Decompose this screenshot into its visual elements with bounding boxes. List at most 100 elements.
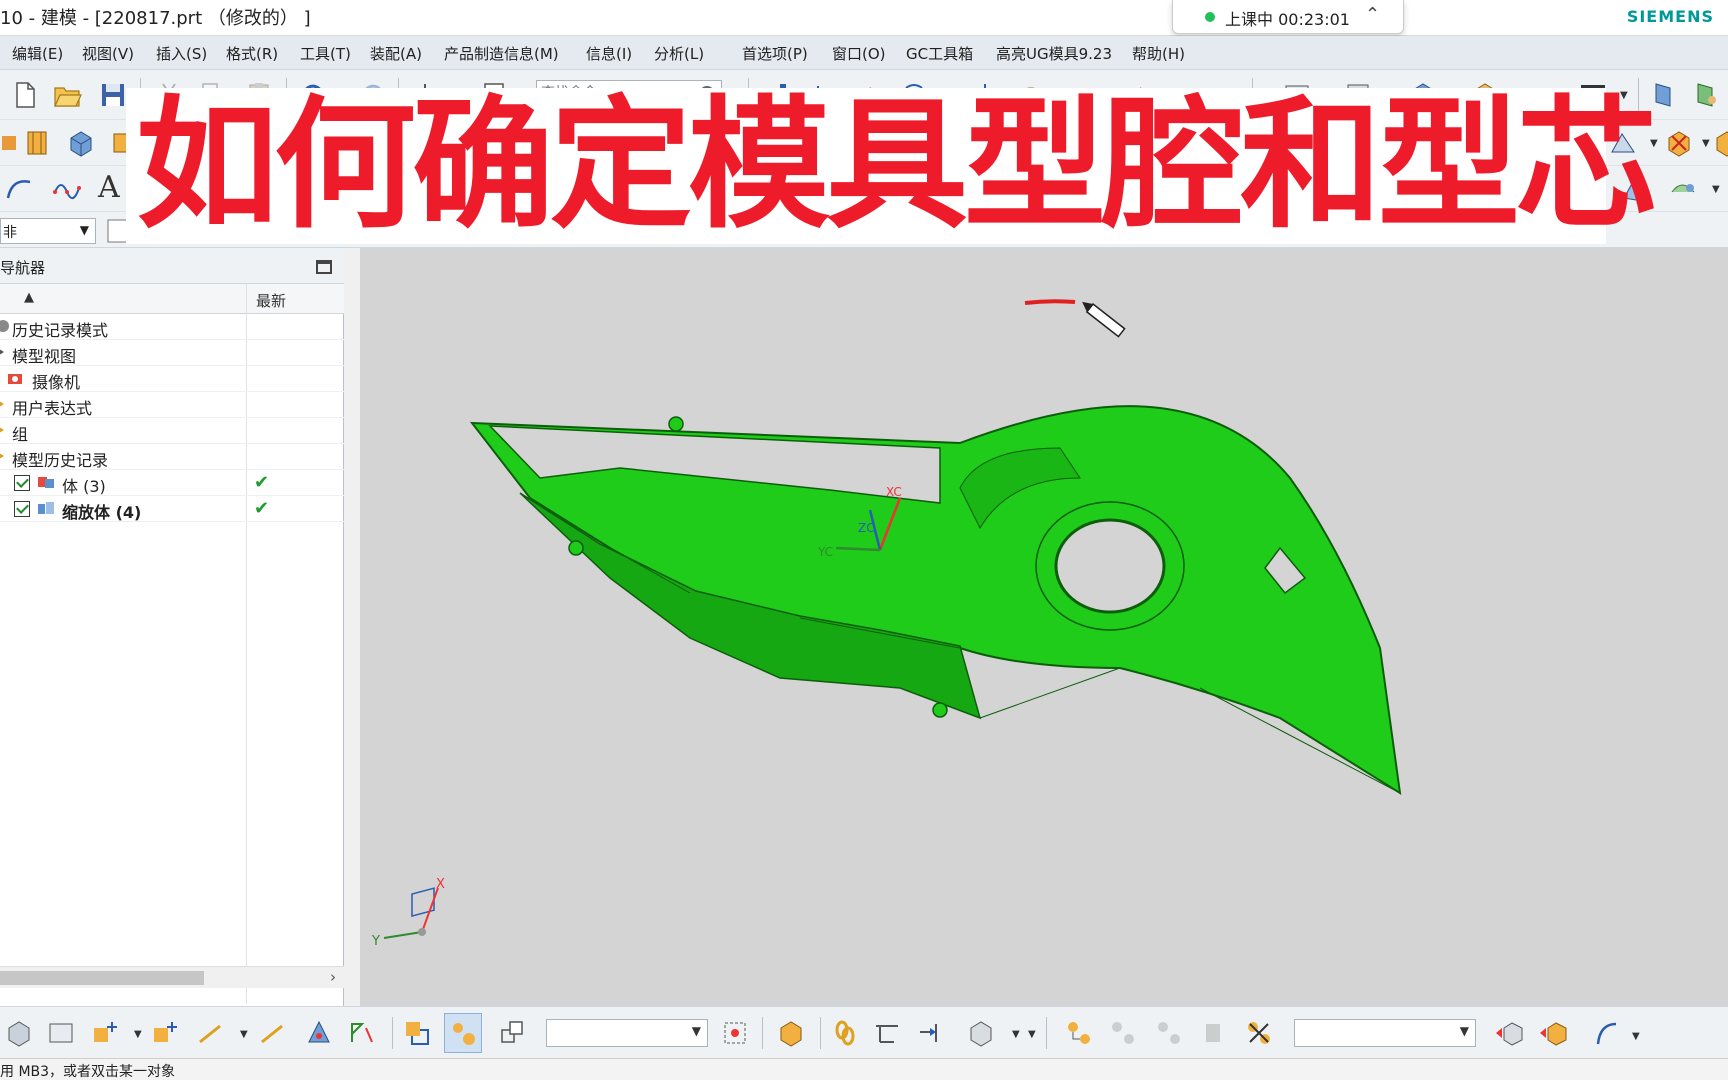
- sort-ascending-icon[interactable]: ▲: [24, 290, 34, 305]
- nav-row-groups[interactable]: 组: [0, 418, 344, 444]
- select-component-icon[interactable]: [402, 1018, 432, 1048]
- select-body-icon[interactable]: [4, 1018, 34, 1048]
- part-within-icon[interactable]: [498, 1018, 528, 1048]
- mold-part-model[interactable]: [469, 405, 1402, 795]
- nav-row-history-mode[interactable]: 历史记录模式: [0, 314, 344, 340]
- expand-arrow-icon[interactable]: [0, 345, 8, 359]
- mold-wizard-icon[interactable]: [22, 128, 52, 158]
- nav-row-model-views[interactable]: 模型视图: [0, 340, 344, 366]
- menu-info[interactable]: 信息(I): [586, 43, 632, 64]
- select-edge-icon[interactable]: [196, 1018, 226, 1048]
- chevron-up-icon[interactable]: ⌃: [1365, 4, 1380, 25]
- through-curves-icon[interactable]: [1668, 174, 1698, 204]
- wave-link-icon[interactable]: [872, 1018, 902, 1048]
- surface-dropdown-icon[interactable]: ▼: [1712, 184, 1720, 195]
- chevron-down-icon[interactable]: ▼: [1460, 1024, 1469, 1038]
- menu-assembly[interactable]: 装配(A): [370, 43, 422, 64]
- xc-label: XC: [886, 485, 902, 499]
- assembly-constraints-icon[interactable]: [1064, 1018, 1094, 1048]
- snap-icon[interactable]: [304, 1018, 334, 1048]
- maximize-icon[interactable]: [316, 260, 332, 274]
- type-filter-select[interactable]: 非 ▼: [0, 218, 96, 244]
- camera-icon: [8, 374, 22, 384]
- viewport-canvas[interactable]: XC ZC YC X Y: [360, 248, 1728, 1006]
- pattern-dropdown-icon[interactable]: ▼: [1012, 1029, 1020, 1040]
- visibility-checkbox[interactable]: [14, 501, 30, 517]
- open-folder-icon[interactable]: [52, 80, 82, 110]
- arc-curve-icon[interactable]: [4, 174, 34, 204]
- nav-row-label: 体 (3): [62, 477, 106, 496]
- history-folder-icon: [0, 453, 4, 459]
- menu-tools[interactable]: 工具(T): [300, 43, 351, 64]
- chevron-down-icon[interactable]: ▼: [80, 223, 89, 237]
- menu-gc-toolkit[interactable]: GC工具箱: [906, 43, 973, 64]
- add-body-icon[interactable]: [90, 1018, 120, 1048]
- nav-row-label: 模型历史记录: [12, 451, 109, 470]
- chevron-down-icon[interactable]: ▼: [692, 1024, 701, 1038]
- title-bar: 10 - 建模 - [220817.prt （修改的） ] 上课中 00:23:…: [0, 0, 1728, 36]
- history-mode-icon: [0, 320, 9, 332]
- save-icon[interactable]: [98, 80, 128, 110]
- active-toggle-highlight[interactable]: [444, 1013, 482, 1053]
- spline-icon[interactable]: [52, 174, 82, 204]
- curve-rule-icon[interactable]: [1592, 1018, 1622, 1048]
- navigator-horizontal-scrollbar[interactable]: ›: [0, 966, 344, 988]
- menu-view[interactable]: 视图(V): [82, 43, 134, 64]
- select-region-icon[interactable]: [720, 1018, 750, 1048]
- mirror-assembly-icon[interactable]: [1198, 1018, 1228, 1048]
- patch-body-icon[interactable]: [1664, 128, 1694, 158]
- pen-cursor-icon: [1082, 301, 1126, 338]
- select-sheet-icon[interactable]: [46, 1018, 76, 1048]
- text-icon[interactable]: A: [98, 170, 120, 205]
- siemens-logo: SIEMENS: [1626, 7, 1714, 26]
- menu-mold-plugin[interactable]: 高亮UG模具9.23: [996, 43, 1112, 64]
- new-file-icon[interactable]: [10, 80, 40, 110]
- nav-row-cameras[interactable]: 摄像机: [0, 366, 344, 392]
- menu-format[interactable]: 格式(R): [226, 43, 278, 64]
- infer-icon[interactable]: [346, 1018, 376, 1048]
- column-latest-header[interactable]: 最新: [256, 290, 286, 311]
- patch-body-dropdown-icon[interactable]: ▼: [1702, 138, 1710, 149]
- link-icon[interactable]: [830, 1018, 860, 1048]
- menu-edit[interactable]: 编辑(E): [12, 43, 63, 64]
- menu-insert[interactable]: 插入(S): [156, 43, 207, 64]
- assembly-part-icon[interactable]: [1690, 80, 1720, 110]
- yc-label: YC: [817, 545, 833, 559]
- component-pattern-icon[interactable]: [966, 1018, 996, 1048]
- pattern-more-dropdown-icon[interactable]: ▼: [1028, 1029, 1036, 1040]
- interpart-icon[interactable]: [916, 1018, 946, 1048]
- menu-window[interactable]: 窗口(O): [832, 43, 886, 64]
- show-hide-icon[interactable]: [776, 1018, 806, 1048]
- menu-preferences[interactable]: 首选项(P): [742, 43, 808, 64]
- nav-row-label: 历史记录模式: [12, 321, 109, 340]
- work-part-icon[interactable]: [1494, 1018, 1524, 1048]
- navigator-title: 导航器: [0, 259, 46, 277]
- curve-rule-dropdown-icon[interactable]: ▼: [1632, 1031, 1640, 1042]
- snap-point-select[interactable]: ▼: [546, 1019, 708, 1047]
- add-body-dropdown-icon[interactable]: ▼: [134, 1029, 142, 1040]
- menu-analysis[interactable]: 分析(L): [654, 43, 704, 64]
- menu-help[interactable]: 帮助(H): [1132, 43, 1185, 64]
- menu-pmi[interactable]: 产品制造信息(M): [444, 43, 559, 64]
- visibility-checkbox[interactable]: [14, 475, 30, 491]
- class-timer-text: 上课中 00:23:01: [1225, 10, 1350, 29]
- displayed-part-icon[interactable]: [1538, 1018, 1568, 1048]
- replace-component-icon[interactable]: [1154, 1018, 1184, 1048]
- nav-row-body[interactable]: 体 (3) ✔: [0, 470, 344, 496]
- reference-set-select[interactable]: ▼: [1294, 1019, 1476, 1047]
- block-icon[interactable]: [66, 128, 96, 158]
- add-face-icon[interactable]: [150, 1018, 180, 1048]
- nav-row-scale-body[interactable]: 缩放体 (4) ✔: [0, 496, 344, 522]
- scroll-right-arrow-icon[interactable]: ›: [330, 968, 336, 986]
- nav-row-user-expressions[interactable]: 用户表达式: [0, 392, 344, 418]
- graphics-window[interactable]: XC ZC YC X Y: [360, 248, 1728, 1006]
- select-point-icon[interactable]: [258, 1018, 288, 1048]
- trim-body-icon[interactable]: [1712, 128, 1728, 158]
- delete-constraint-icon[interactable]: [1244, 1018, 1274, 1048]
- scrollbar-thumb[interactable]: [0, 971, 204, 985]
- class-timer-pill[interactable]: 上课中 00:23:01 ⌃: [1172, 0, 1404, 34]
- nav-row-model-history[interactable]: 模型历史记录: [0, 444, 344, 470]
- video-headline-banner: 如何确定模具型腔和型芯: [126, 88, 1658, 244]
- move-component-icon[interactable]: [1108, 1018, 1138, 1048]
- select-edge-dropdown-icon[interactable]: ▼: [240, 1029, 248, 1040]
